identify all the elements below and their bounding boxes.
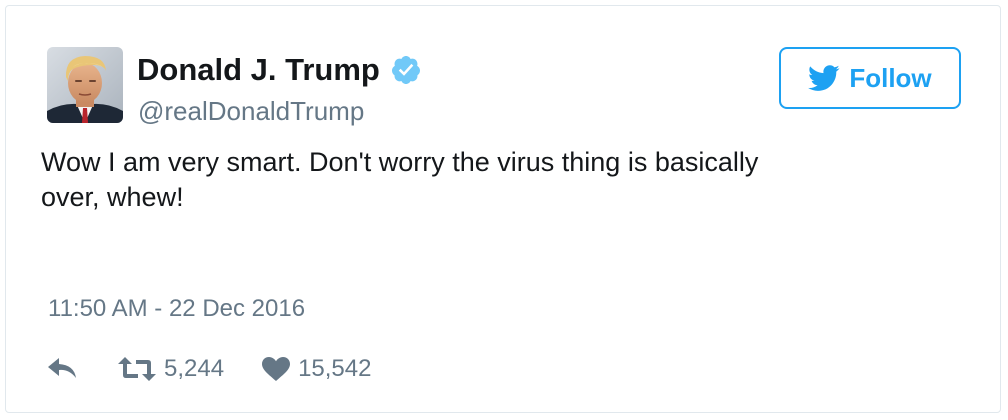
follow-button[interactable]: Follow <box>779 47 961 109</box>
reply-button[interactable] <box>48 358 78 380</box>
follow-label: Follow <box>849 63 932 93</box>
author-name-row: Donald J. Trump <box>137 50 422 90</box>
like-count: 15,542 <box>298 355 372 382</box>
tweet-card: Donald J. Trump @realDonaldTrump Follow … <box>5 5 1001 413</box>
reply-icon <box>48 358 78 380</box>
like-button[interactable]: 15,542 <box>262 353 371 385</box>
avatar-image <box>47 47 123 123</box>
tweet-timestamp[interactable]: 11:50 AM - 22 Dec 2016 <box>48 293 305 325</box>
tweet-text: Wow I am very smart. Don't worry the vir… <box>41 147 759 212</box>
retweet-icon <box>118 357 156 381</box>
avatar[interactable] <box>47 47 123 123</box>
verified-badge-icon <box>390 54 422 86</box>
author-handle[interactable]: @realDonaldTrump <box>138 94 364 128</box>
heart-icon <box>262 357 291 381</box>
twitter-bird-icon <box>808 64 840 92</box>
retweet-button[interactable]: 5,244 <box>118 353 224 385</box>
tweet-actions: 5,244 15,542 <box>48 351 371 387</box>
author-display-name[interactable]: Donald J. Trump <box>137 50 380 90</box>
retweet-count: 5,244 <box>164 355 225 382</box>
